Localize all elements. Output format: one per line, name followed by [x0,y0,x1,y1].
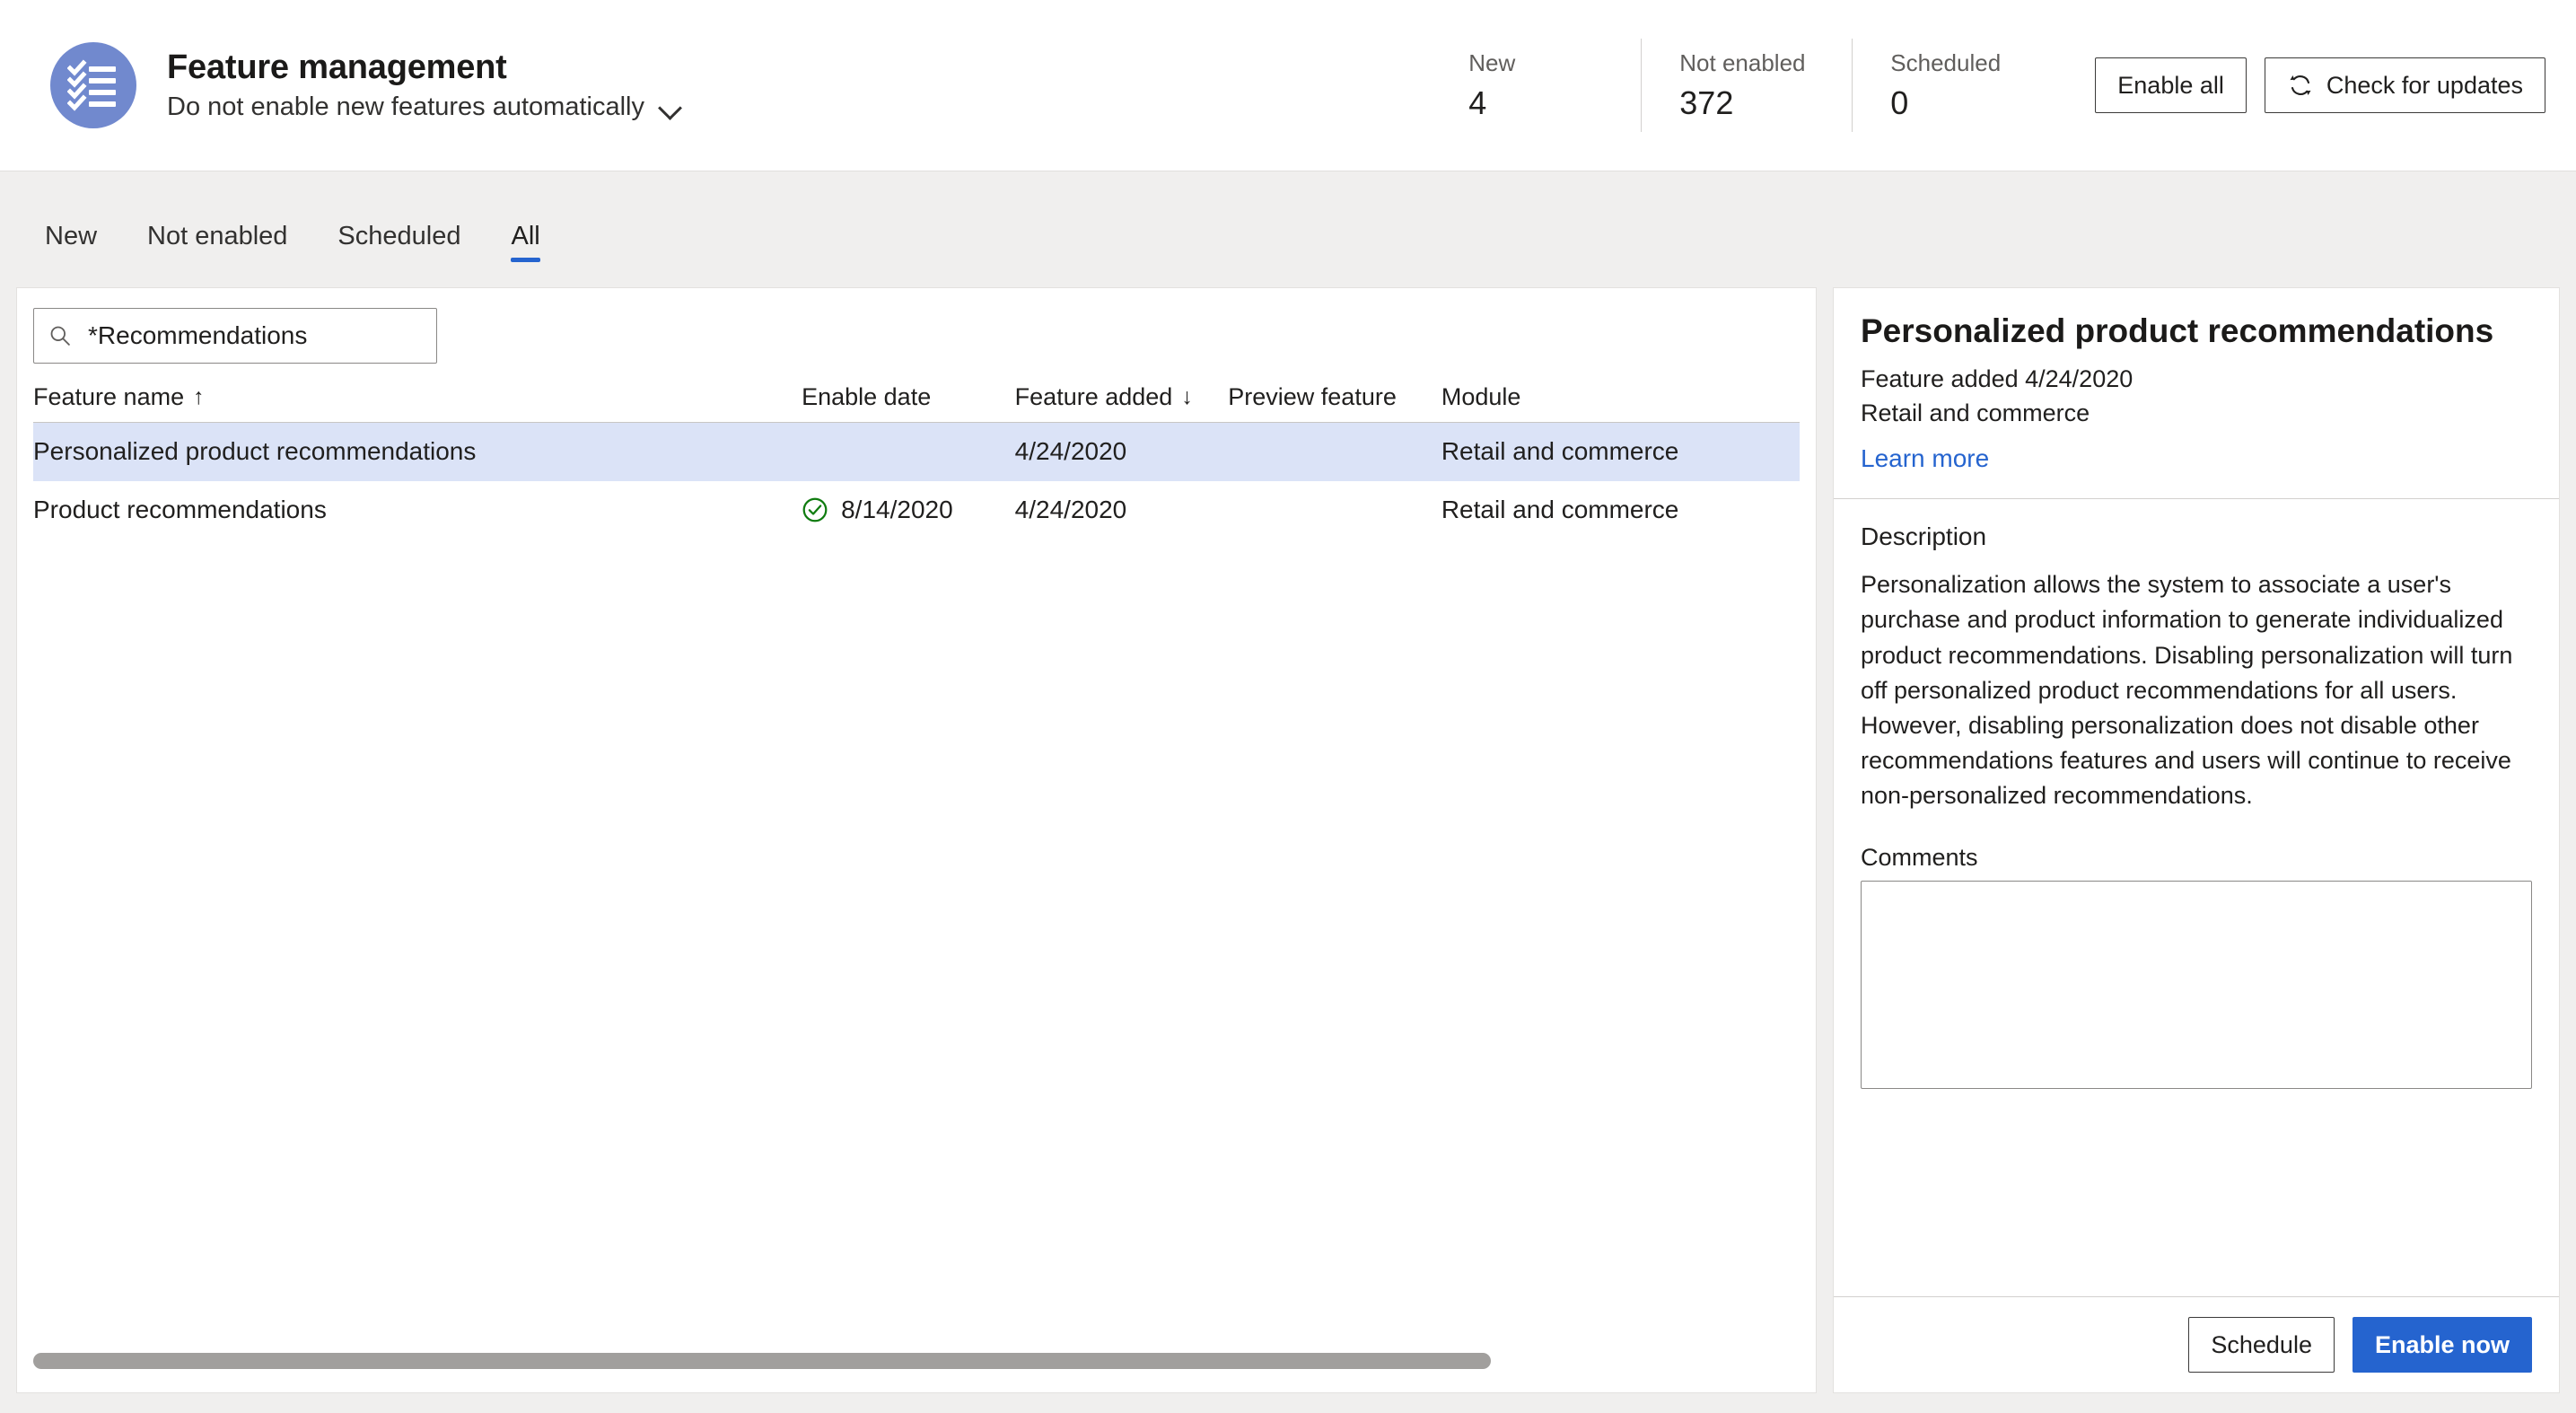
detail-title: Personalized product recommendations [1861,312,2494,349]
cell-feature-name: Personalized product recommendations [33,437,477,465]
grid-header-row: Feature name ↑ Enable date Feature added… [33,383,1800,423]
stat-not-enabled: Not enabled 372 [1641,39,1852,132]
cell-module: Retail and commerce [1441,496,1679,523]
comments-label: Comments [1861,844,1978,872]
detail-body: Description Personalization allows the s… [1834,499,2559,1296]
column-header-module[interactable]: Module [1441,383,1800,411]
stat-not-enabled-value: 372 [1679,84,1734,121]
chevron-down-icon[interactable] [659,96,682,119]
refresh-icon [2287,72,2314,99]
auto-enable-setting[interactable]: Do not enable new features automatically [167,92,682,122]
enable-now-button[interactable]: Enable now [2352,1317,2532,1373]
filter-tabs: New Not enabled Scheduled All [0,171,2576,269]
check-for-updates-button[interactable]: Check for updates [2264,57,2545,113]
header-actions: Enable all Check for updates [2095,57,2545,113]
column-header-preview-feature[interactable]: Preview feature [1228,383,1441,411]
stat-new-label: New [1468,49,1516,76]
grid-body: Personalized product recommendations 4/2… [33,423,1800,1392]
stat-new-value: 4 [1468,84,1487,121]
column-header-feature-added-label: Feature added [1014,383,1173,410]
detail-feature-added: Feature added 4/24/2020 [1861,364,2134,392]
stat-not-enabled-label: Not enabled [1679,49,1806,76]
check-for-updates-label: Check for updates [2326,71,2523,99]
detail-module: Retail and commerce [1861,399,2090,426]
sort-descending-icon: ↓ [1181,384,1193,409]
check-circle-icon [802,496,828,523]
stat-new: New 4 [1468,39,1641,132]
tab-new[interactable]: New [20,224,122,269]
sort-ascending-icon: ↑ [193,384,205,409]
cell-enable-date-value: 8/14/2020 [841,496,953,523]
search-box[interactable] [33,308,437,364]
tab-all[interactable]: All [486,224,565,269]
description-text: Personalization allows the system to ass… [1861,571,2513,810]
cell-feature-added: 4/24/2020 [1014,437,1127,465]
detail-footer: Schedule Enable now [1834,1296,2559,1392]
column-header-enable-date-label: Enable date [802,383,932,410]
auto-enable-setting-label: Do not enable new features automatically [167,92,644,122]
search-input[interactable] [86,320,422,351]
stat-scheduled: Scheduled 0 [1852,39,2063,132]
learn-more-link[interactable]: Learn more [1861,444,1989,473]
header-identity: Feature management Do not enable new fea… [50,42,682,128]
horizontal-scrollbar[interactable] [33,1353,1800,1369]
column-header-feature-added[interactable]: Feature added ↓ [1015,383,1229,411]
detail-header: Personalized product recommendations Fea… [1834,288,2559,500]
title-block: Feature management Do not enable new fea… [167,48,682,123]
app-header: Feature management Do not enable new fea… [0,0,2576,171]
description-label: Description [1861,522,1987,551]
comments-input[interactable] [1861,881,2532,1090]
tab-not-enabled[interactable]: Not enabled [122,224,312,269]
table-row[interactable]: Product recommendations 8/14/2020 4/24/2… [33,481,1800,540]
column-header-module-label: Module [1441,383,1521,410]
column-header-feature-name[interactable]: Feature name ↑ [33,383,802,411]
column-header-preview-feature-label: Preview feature [1228,383,1397,410]
workspace: Feature name ↑ Enable date Feature added… [0,269,2576,1413]
column-header-enable-date[interactable]: Enable date [802,383,1015,411]
horizontal-scrollbar-thumb[interactable] [33,1353,1491,1369]
cell-feature-added: 4/24/2020 [1014,496,1127,523]
search-icon [48,324,72,347]
feature-stats: New 4 Not enabled 372 Scheduled 0 [1468,39,2063,132]
feature-list-panel: Feature name ↑ Enable date Feature added… [16,287,1817,1393]
stat-scheduled-label: Scheduled [1890,49,2002,76]
cell-module: Retail and commerce [1441,437,1679,465]
page-title: Feature management [167,48,507,86]
schedule-button[interactable]: Schedule [2188,1317,2335,1373]
enable-all-button[interactable]: Enable all [2095,57,2247,113]
feature-detail-panel: Personalized product recommendations Fea… [1833,287,2560,1393]
column-header-feature-name-label: Feature name [33,383,185,410]
cell-feature-name: Product recommendations [33,496,327,523]
cell-enable-date: 8/14/2020 [802,496,1015,524]
tab-scheduled[interactable]: Scheduled [312,224,486,269]
stat-scheduled-value: 0 [1890,84,1909,121]
feature-grid: Feature name ↑ Enable date Feature added… [33,383,1800,1392]
table-row[interactable]: Personalized product recommendations 4/2… [33,423,1800,481]
checklist-icon [50,42,136,128]
